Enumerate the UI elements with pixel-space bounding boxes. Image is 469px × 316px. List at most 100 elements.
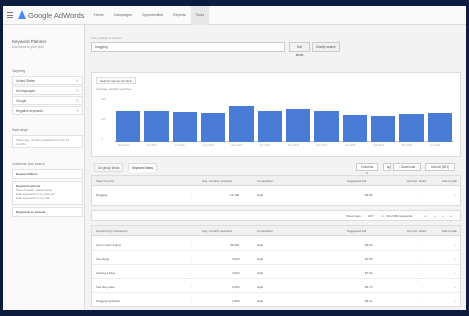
column-header[interactable]: Avg. monthly searches: [202, 229, 232, 233]
tab-ad-group-ideas[interactable]: Ad group ideas: [94, 163, 124, 172]
y-tick-label: 0: [101, 138, 103, 141]
targeting-network[interactable]: Google ✎: [12, 96, 83, 105]
table-row: starting a blog ▫ 2,900 High $7.52 – »: [92, 266, 460, 279]
edit-icon: ✎: [76, 109, 79, 113]
main-nav: Home Campaigns Opportunities Reports Too…: [89, 6, 210, 25]
date-range-box[interactable]: Show avg. monthly searches for: last 12 …: [12, 135, 83, 148]
column-header[interactable]: Competition: [257, 179, 273, 183]
trend-icon[interactable]: ▫: [191, 257, 192, 261]
ideas-tabs: Ad group ideas Keyword ideas Columns ▾ ▤…: [91, 161, 461, 175]
nav-tab-home[interactable]: Home: [89, 6, 109, 25]
add-to-plan-icon[interactable]: »: [454, 285, 456, 289]
nav-tab-tools[interactable]: Tools: [190, 6, 210, 25]
chart-bar[interactable]: [200, 113, 226, 142]
add-all-button[interactable]: Add all (801): [425, 163, 455, 171]
keyword-filters-box[interactable]: Keyword filters: [12, 169, 83, 179]
first-page-icon[interactable]: |◂: [424, 214, 426, 218]
pager: Show rows: 30 ▾ 1 - 30 of 801 keywords |…: [91, 210, 461, 221]
chart-bar[interactable]: [115, 111, 141, 142]
app-window: Google AdWords Home Campaigns Opportunit…: [3, 6, 466, 310]
targeting-location[interactable]: United States ✎: [12, 76, 83, 85]
targeting-language[interactable]: All languages ✎: [12, 86, 83, 95]
column-header[interactable]: Suggested bid: [347, 179, 366, 183]
impr-share-cell: –: [422, 270, 424, 275]
column-header[interactable]: Search terms: [96, 179, 114, 183]
column-header[interactable]: Add to plan: [442, 229, 457, 233]
download-button[interactable]: ⤓ Download: [393, 163, 421, 171]
column-header[interactable]: Ad impr. share: [407, 179, 426, 183]
chart-bar[interactable]: [285, 109, 311, 142]
add-to-plan-icon[interactable]: »: [454, 271, 456, 275]
chart-bar[interactable]: [144, 111, 169, 142]
x-tick-label: Feb 2014: [373, 144, 384, 147]
impr-share-cell: –: [422, 256, 424, 261]
column-header[interactable]: Avg. monthly searches: [202, 179, 232, 183]
table-row: blogging websites ▫ 1,900 High $5.11 – »: [92, 294, 460, 307]
keyword-options-box[interactable]: Keyword options Show broadly related ide…: [12, 181, 83, 205]
main-content: Your product or service blogging Get ide…: [86, 25, 466, 310]
chart-bar[interactable]: [314, 110, 339, 142]
competition-cell: High: [257, 256, 264, 261]
rows-select[interactable]: 30 ▾: [368, 214, 374, 218]
targeting-location-label: United States: [16, 79, 36, 83]
chart-bar[interactable]: [229, 105, 254, 142]
next-page-icon[interactable]: ▸: [442, 214, 444, 218]
chart-bar[interactable]: [427, 112, 452, 142]
search-label: Your product or service: [91, 36, 122, 40]
searches-cell: 2,900: [232, 256, 240, 261]
bid-cell: $3.26: [365, 242, 373, 247]
prev-page-icon[interactable]: ◂: [434, 214, 436, 218]
x-tick-label: Sep 2013: [231, 144, 243, 147]
competition-cell: High: [257, 242, 264, 247]
column-header[interactable]: Competition: [257, 229, 273, 233]
column-header[interactable]: Add to plan: [442, 179, 457, 183]
sidebar-title: Keyword Planner: [12, 39, 47, 44]
rows-select-value: 30: [368, 214, 372, 218]
get-ideas-button[interactable]: Get ideas: [289, 42, 310, 57]
chart-bar[interactable]: [399, 113, 424, 142]
keyword-cell: blogging: [96, 192, 108, 197]
searches-cell: 2,900: [232, 270, 240, 275]
bid-cell: $5.73: [365, 284, 373, 289]
chart-bar[interactable]: [370, 115, 396, 142]
keywords-include-box[interactable]: Keywords to include: [12, 207, 83, 217]
columns-button[interactable]: Columns ▾: [356, 163, 378, 175]
menu-icon[interactable]: [7, 12, 13, 18]
add-to-plan-icon[interactable]: »: [454, 299, 456, 303]
x-tick-label: Mar 2014: [401, 144, 413, 147]
trend-icon[interactable]: ▫: [191, 193, 192, 197]
trend-icon[interactable]: ▫: [191, 299, 192, 303]
x-tick-label: Oct 2013: [259, 144, 271, 147]
column-header[interactable]: Keyword (by relevance): [96, 229, 128, 233]
trend-icon[interactable]: ▫: [191, 271, 192, 275]
chart-toggle-icon[interactable]: ▤: [383, 163, 391, 171]
column-header[interactable]: Suggested bid: [347, 229, 366, 233]
nav-tab-opportunities[interactable]: Opportunities: [137, 6, 168, 25]
search-volume-chip[interactable]: Search volume trends ▾: [96, 77, 136, 84]
x-tick-label: Nov 2013: [288, 144, 300, 147]
modify-search-button[interactable]: Modify search: [312, 42, 340, 52]
trend-icon[interactable]: ▫: [191, 285, 192, 289]
nav-tab-reports[interactable]: Reports: [168, 6, 191, 25]
x-tick-label: Jan 2014: [344, 144, 356, 147]
table-header: Keyword (by relevance) Avg. monthly sear…: [92, 226, 460, 236]
add-to-plan-icon[interactable]: »: [454, 257, 456, 261]
last-page-icon[interactable]: ▸|: [450, 214, 452, 218]
chart-bar[interactable]: [342, 114, 367, 142]
keyword-filters-title: Keyword filters: [16, 172, 38, 176]
column-header[interactable]: Ad impr. share: [407, 229, 426, 233]
x-tick-label: Apr 2014: [429, 144, 441, 147]
chart-bar[interactable]: [172, 112, 197, 142]
sidebar-subtitle: Add ideas to your plan: [12, 45, 44, 49]
trend-icon[interactable]: ▫: [191, 243, 192, 247]
table-row: free blog sites ▫ 2,900 High $5.73 – »: [92, 280, 460, 293]
targeting-negatives[interactable]: Negative keywords ✎: [12, 106, 83, 115]
add-to-plan-icon[interactable]: »: [454, 243, 456, 247]
top-bar: Google AdWords Home Campaigns Opportunit…: [3, 6, 466, 25]
add-to-plan-icon[interactable]: »: [454, 193, 456, 197]
targeting-label: Targeting: [12, 69, 26, 73]
product-search-input[interactable]: blogging: [91, 42, 285, 52]
tab-keyword-ideas[interactable]: Keyword ideas: [128, 163, 157, 172]
chart-bar[interactable]: [257, 110, 282, 142]
nav-tab-campaigns[interactable]: Campaigns: [109, 6, 137, 25]
